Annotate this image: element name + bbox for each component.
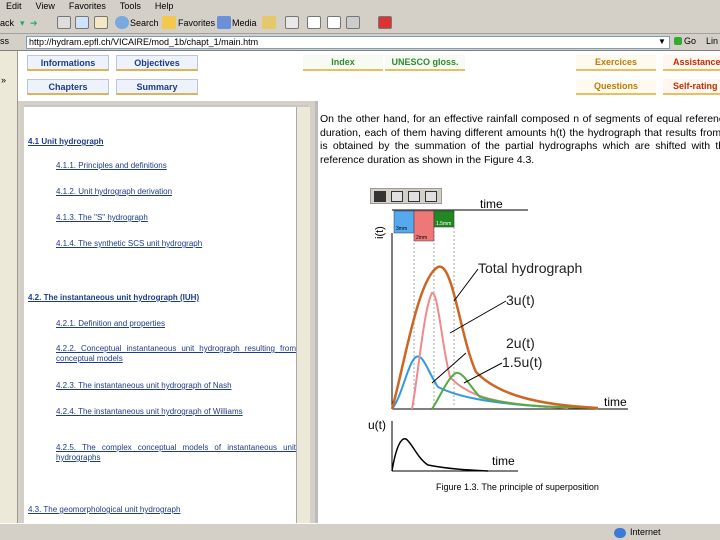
rain-time-label: time xyxy=(480,197,503,211)
favorites-icon[interactable] xyxy=(162,16,176,29)
summary-button[interactable]: Summary xyxy=(116,79,198,95)
chapters-button[interactable]: Chapters xyxy=(27,79,109,95)
menu-favorites[interactable]: Favorites xyxy=(69,1,106,12)
search-button[interactable]: Search xyxy=(130,15,159,31)
self-rating-button[interactable]: Self-rating xyxy=(663,79,720,95)
index-button[interactable]: Index xyxy=(303,55,383,71)
address-input[interactable]: http://hydram.epfl.ch/VICAIRE/mod_1b/cha… xyxy=(26,36,670,49)
folder-icon[interactable] xyxy=(425,191,437,202)
toc-scrollbar[interactable] xyxy=(296,107,310,523)
toc-link-4-1-1[interactable]: 4.1.1. Principles and definitions xyxy=(56,161,296,171)
links-button[interactable]: Lin xyxy=(706,36,718,46)
forward-arrow-icon[interactable]: ➔ xyxy=(30,15,38,31)
informations-button[interactable]: Informations xyxy=(27,55,109,71)
address-label: ss xyxy=(0,36,9,46)
refresh-icon[interactable] xyxy=(75,16,89,29)
rain-bar-2-label: 2mm xyxy=(416,235,427,241)
toc-link-4-2-3[interactable]: 4.2.3. The instantaneous unit hydrograph… xyxy=(56,381,296,391)
toc-section-4-2[interactable]: 4.2. The instantaneous unit hydrograph (… xyxy=(28,293,199,302)
status-bar: Internet xyxy=(0,523,720,540)
toc-panel: 4.1 Unit hydrograph 4.1.1. Principles an… xyxy=(24,105,308,523)
menu-tools[interactable]: Tools xyxy=(120,1,141,12)
toc-section-4-3[interactable]: 4.3. The geomorphological unit hydrograp… xyxy=(28,505,180,514)
toc-link-4-1-4[interactable]: 4.1.4. The synthetic SCS unit hydrograph xyxy=(56,239,296,249)
label-15u: 1.5u(t) xyxy=(502,354,542,370)
print-icon[interactable] xyxy=(391,191,403,202)
unit-hydrograph-curve xyxy=(391,438,489,472)
back-arrow-icon[interactable]: ▾ xyxy=(20,15,25,31)
unesco-glossary-button[interactable]: UNESCO gloss. xyxy=(385,55,465,71)
toc-section-4-1[interactable]: 4.1 Unit hydrograph xyxy=(28,137,104,146)
menu-bar: Edit View Favorites Tools Help xyxy=(0,0,720,12)
toolbar: ack ▾ ➔ Search Favorites Media xyxy=(0,12,720,34)
figure-caption: Figure 1.3. The principle of superpositi… xyxy=(436,482,599,492)
address-bar: ss http://hydram.epfl.ch/VICAIRE/mod_1b/… xyxy=(0,34,720,51)
stop-icon[interactable] xyxy=(57,16,71,29)
rain-axis-label: i(t) xyxy=(374,226,386,239)
print-icon[interactable] xyxy=(307,16,321,29)
mail-icon[interactable] xyxy=(285,16,299,29)
toc-link-4-1-3[interactable]: 4.1.3. The "S" hydrograph xyxy=(56,213,296,223)
toc-link-4-1-2[interactable]: 4.1.2. Unit hydrograph derivation xyxy=(56,187,296,197)
go-button[interactable]: Go xyxy=(684,36,696,46)
discuss-icon[interactable] xyxy=(346,16,360,29)
explorer-text: » xyxy=(1,75,7,85)
menu-help[interactable]: Help xyxy=(155,1,174,12)
media-button[interactable]: Media xyxy=(232,15,257,31)
label-2u: 2u(t) xyxy=(506,335,535,351)
mail-icon[interactable] xyxy=(408,191,420,202)
security-zone-label: Internet xyxy=(630,527,661,537)
toc-link-4-2-1[interactable]: 4.2.1. Definition and properties xyxy=(56,319,296,329)
go-icon[interactable] xyxy=(674,37,682,45)
messenger-icon[interactable] xyxy=(378,16,392,29)
exercices-button[interactable]: Exercices xyxy=(576,55,656,71)
label-3u: 3u(t) xyxy=(506,292,535,308)
uh-time-label: time xyxy=(492,454,515,468)
search-icon[interactable] xyxy=(115,16,129,29)
back-button[interactable]: ack xyxy=(0,15,14,31)
explorer-bar: » xyxy=(0,51,18,523)
content-paragraph: On the other hand, for an effective rain… xyxy=(320,113,720,166)
favorites-button[interactable]: Favorites xyxy=(178,15,215,31)
superposition-figure: i(t) time 3mm 2mm 1.5mm time Total hydro… xyxy=(368,197,628,472)
toc-link-4-2-4[interactable]: 4.2.4. The instantaneous unit hydrograph… xyxy=(56,407,296,417)
media-icon[interactable] xyxy=(217,16,231,29)
objectives-button[interactable]: Objectives xyxy=(116,55,198,71)
rain-bar-3-label: 1.5mm xyxy=(436,221,451,227)
total-hydrograph-label: Total hydrograph xyxy=(478,260,582,276)
questions-button[interactable]: Questions xyxy=(576,79,656,95)
save-icon[interactable] xyxy=(374,191,386,202)
assistance-button[interactable]: Assistance xyxy=(663,55,720,71)
rain-bar-1-label: 3mm xyxy=(396,226,407,232)
hydrograph-15u-curve xyxy=(431,371,599,410)
edit-icon[interactable] xyxy=(327,16,341,29)
menu-edit[interactable]: Edit xyxy=(6,1,22,12)
toc-link-4-2-2[interactable]: 4.2.2. Conceptual instantaneous unit hyd… xyxy=(56,344,296,364)
uh-axis-label: u(t) xyxy=(368,418,386,432)
flow-time-label: time xyxy=(604,395,627,409)
home-icon[interactable] xyxy=(94,16,108,29)
content-panel: On the other hand, for an effective rain… xyxy=(315,101,720,523)
menu-view[interactable]: View xyxy=(36,1,55,12)
chevron-down-icon[interactable]: ▼ xyxy=(658,37,666,46)
internet-zone-icon xyxy=(614,528,626,538)
course-nav: Informations Objectives Chapters Summary… xyxy=(18,51,720,101)
history-icon[interactable] xyxy=(262,16,276,29)
image-toolbar xyxy=(370,188,442,204)
toc-link-4-2-5[interactable]: 4.2.5. The complex conceptual models of … xyxy=(56,443,296,463)
